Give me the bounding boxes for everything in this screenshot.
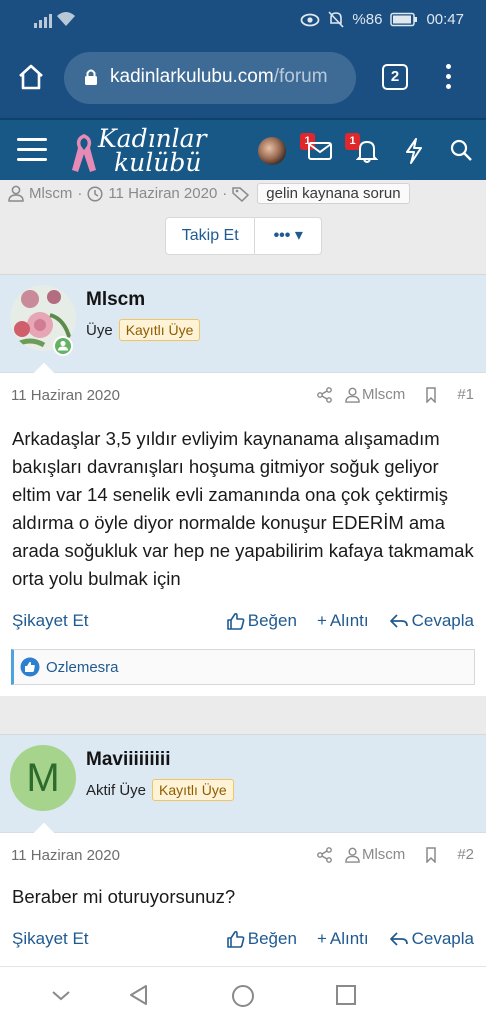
- post-number[interactable]: #1: [457, 386, 474, 403]
- quote-button[interactable]: + Alıntı: [317, 929, 369, 949]
- post-number[interactable]: #2: [457, 846, 474, 863]
- thread-meta: Mlscm · 11 Haziran 2020 · gelin kaynana …: [8, 183, 410, 204]
- thread-date[interactable]: 11 Haziran 2020: [108, 185, 217, 202]
- quote-label: Alıntı: [329, 929, 369, 948]
- post-meta-actions: Mlscm #2: [317, 846, 474, 863]
- online-status-icon: [53, 336, 73, 356]
- browser-menu-icon[interactable]: [438, 64, 458, 94]
- thread-author[interactable]: Mlscm: [29, 185, 72, 202]
- quote-button[interactable]: + Alıntı: [317, 611, 369, 631]
- plus-icon: +: [316, 929, 327, 948]
- clock: 00:47: [426, 11, 464, 28]
- battery-icon: [390, 12, 418, 27]
- post-date[interactable]: 11 Haziran 2020: [11, 847, 120, 864]
- envelope-icon[interactable]: [308, 142, 332, 160]
- status-bar: %86 00:47: [0, 0, 486, 40]
- post-username[interactable]: Mlscm: [86, 289, 145, 311]
- tab-switcher-button[interactable]: 2: [382, 64, 408, 90]
- reply-label: Cevapla: [411, 611, 474, 630]
- post-body: Beraber mi oturuyorsunuz?: [12, 886, 236, 907]
- search-icon[interactable]: [450, 139, 472, 161]
- wifi-icon: [57, 12, 75, 26]
- logo-text-line2: kulübü: [114, 148, 202, 177]
- user-badge: Kayıtlı Üye: [118, 319, 201, 341]
- post-username[interactable]: Maviiiiiiiii: [86, 749, 170, 771]
- url-text: kadinlarkulubu.com/forum: [110, 66, 346, 88]
- share-icon[interactable]: [317, 386, 333, 403]
- lightning-icon[interactable]: [404, 138, 424, 164]
- bookmark-icon[interactable]: [417, 846, 445, 863]
- user-icon: [8, 185, 24, 202]
- post-meta-actions: Mlscm #1: [317, 386, 474, 403]
- more-options-dots: •••: [273, 227, 291, 244]
- post-body: Arkadaşlar 3,5 yıldır evliyim kaynanama …: [12, 428, 474, 589]
- user-bar-notch: [32, 822, 56, 846]
- reply-icon: [389, 932, 408, 946]
- liked-by-user[interactable]: Ozlemesra: [46, 659, 119, 676]
- bookmark-icon[interactable]: [417, 386, 445, 403]
- report-button[interactable]: Şikayet Et: [12, 929, 89, 949]
- user-icon: [345, 847, 360, 863]
- browser-toolbar: kadinlarkulubu.com/forum 2: [0, 40, 486, 118]
- plus-icon: +: [316, 611, 327, 630]
- post-1-user-bar: Mlscm Üye Kayıtlı Üye: [0, 275, 486, 386]
- chevron-down-icon[interactable]: [50, 984, 72, 1006]
- post-2-user-bar: M Maviiiiiiiii Aktif Üye Kayıtlı Üye: [0, 735, 486, 846]
- thumbs-up-icon: [226, 930, 245, 948]
- post-author-link[interactable]: Mlscm: [362, 386, 405, 403]
- tags-icon: [232, 186, 250, 202]
- user-avatar[interactable]: [258, 137, 286, 165]
- back-icon[interactable]: [128, 984, 150, 1006]
- like-button[interactable]: Beğen: [226, 929, 297, 949]
- signal-icon: [34, 12, 52, 28]
- mute-bell-icon: [328, 11, 345, 28]
- recents-icon[interactable]: [335, 984, 357, 1006]
- home-icon[interactable]: [16, 62, 46, 92]
- reply-button[interactable]: Cevapla: [389, 611, 474, 631]
- caret-down-icon: ▾: [294, 227, 303, 244]
- post-date[interactable]: 11 Haziran 2020: [11, 387, 120, 404]
- likes-bar[interactable]: Ozlemesra: [11, 649, 475, 685]
- reply-button[interactable]: Cevapla: [389, 929, 474, 949]
- share-icon[interactable]: [317, 846, 333, 863]
- clock-icon: [87, 185, 103, 202]
- eye-icon: [301, 13, 320, 26]
- follow-button-group: Takip Et ••• ▾: [165, 217, 322, 255]
- site-logo[interactable]: Kadınlar kulübü: [70, 124, 210, 178]
- reply-label: Cevapla: [411, 929, 474, 948]
- like-label: Beğen: [247, 611, 297, 630]
- user-badge: Kayıtlı Üye: [152, 779, 234, 801]
- lock-icon: [85, 69, 97, 85]
- follow-button[interactable]: Takip Et: [166, 218, 256, 254]
- bell-icon[interactable]: [356, 139, 378, 163]
- user-role: Aktif Üye: [86, 781, 147, 799]
- user-avatar-letter[interactable]: M: [10, 745, 76, 811]
- like-button[interactable]: Beğen: [226, 611, 297, 631]
- home-circle-icon[interactable]: [231, 984, 255, 1008]
- ribbon-logo-icon: [72, 134, 96, 172]
- address-bar[interactable]: kadinlarkulubu.com/forum: [64, 52, 356, 104]
- post-author-link[interactable]: Mlscm: [362, 846, 405, 863]
- battery-percent: %86: [352, 11, 383, 28]
- url-host: kadinlarkulubu.com: [110, 66, 274, 87]
- reply-icon: [389, 614, 408, 628]
- user-role: Üye: [86, 321, 113, 339]
- report-button[interactable]: Şikayet Et: [12, 611, 89, 631]
- system-nav-bar: [0, 966, 486, 1024]
- user-icon: [345, 387, 360, 403]
- thread-tag[interactable]: gelin kaynana sorun: [257, 183, 410, 204]
- like-label: Beğen: [247, 929, 297, 948]
- more-options-button[interactable]: ••• ▾: [255, 218, 321, 254]
- site-header: Kadınlar kulübü 1 1: [0, 118, 486, 180]
- post-2: M Maviiiiiiiii Aktif Üye Kayıtlı Üye 11 …: [0, 734, 486, 966]
- url-path: /forum: [273, 66, 328, 87]
- post-1: Mlscm Üye Kayıtlı Üye 11 Haziran 2020 Ml…: [0, 274, 486, 696]
- quote-label: Alıntı: [329, 611, 369, 630]
- thumbs-up-icon: [226, 612, 245, 630]
- like-reaction-icon: [20, 657, 40, 677]
- user-bar-notch: [32, 362, 56, 386]
- hamburger-menu-icon[interactable]: [17, 138, 47, 162]
